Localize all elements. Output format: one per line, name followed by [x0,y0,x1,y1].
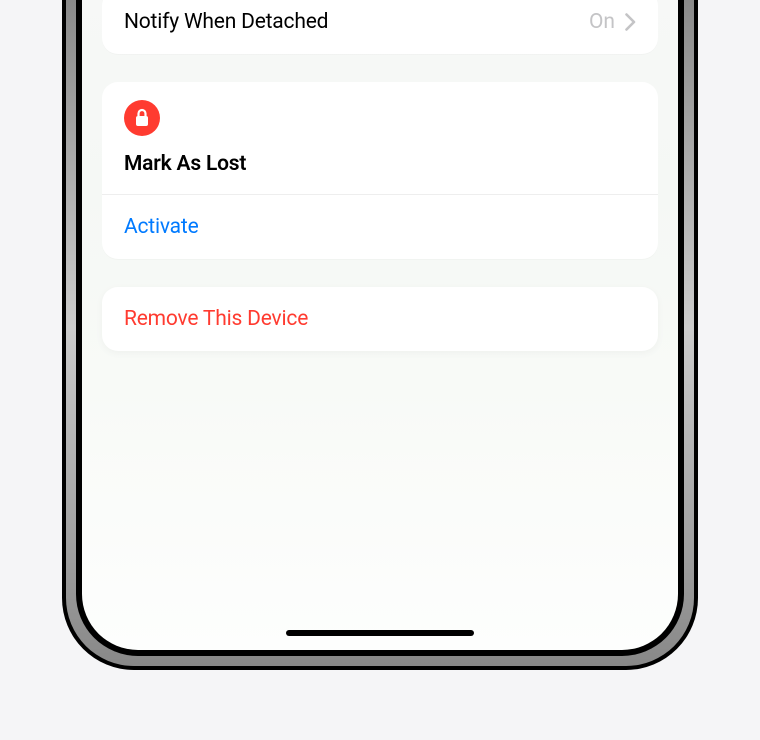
notify-when-detached-row[interactable]: Notify When Detached On [102,0,658,54]
remove-device-label: Remove This Device [124,307,636,331]
mark-as-lost-card: Mark As Lost Activate [102,82,658,259]
remove-device-button[interactable]: Remove This Device [102,287,658,351]
notify-card: Notify When Detached On [102,0,658,54]
chevron-right-icon [625,13,636,31]
activate-label: Activate [124,215,636,239]
mark-as-lost-header: Mark As Lost [102,82,658,195]
screen-content: Notify When Detached On [82,0,678,650]
home-indicator[interactable] [286,630,474,636]
phone-bezel: Notify When Detached On [62,0,698,670]
notify-value: On [589,10,615,34]
lock-icon [124,100,160,136]
phone-inner-frame: Notify When Detached On [76,0,684,656]
activate-button[interactable]: Activate [102,195,658,259]
mark-as-lost-title: Mark As Lost [124,152,636,176]
notify-label: Notify When Detached [124,10,589,34]
